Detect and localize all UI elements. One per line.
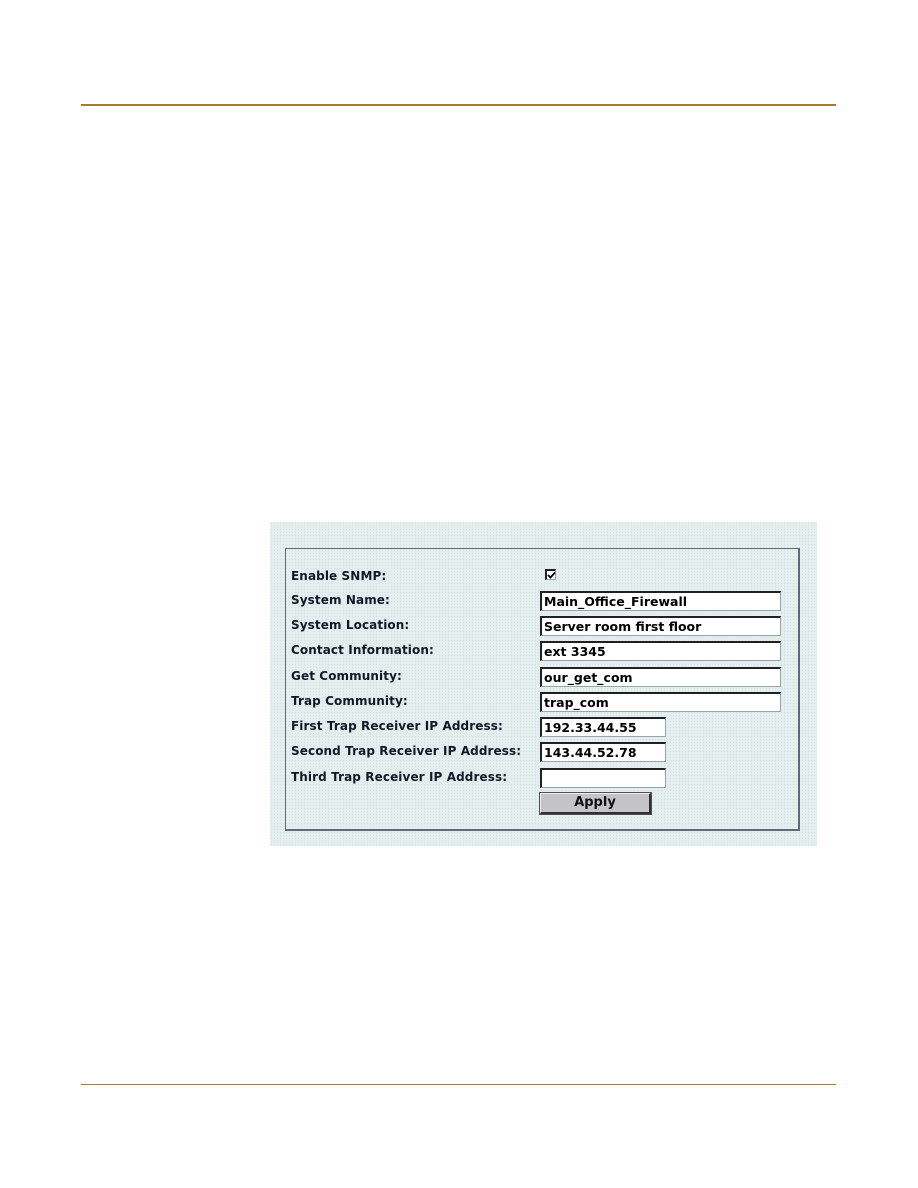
- row-first-trap-receiver: First Trap Receiver IP Address: 192.33.4…: [286, 717, 798, 739]
- enable-snmp-label: Enable SNMP:: [291, 569, 387, 583]
- snmp-settings-panel: Enable SNMP: System Name: Main_Office_Fi…: [285, 548, 800, 831]
- system-name-label: System Name:: [291, 593, 390, 607]
- row-get-community: Get Community: our_get_com: [286, 667, 798, 689]
- system-location-input[interactable]: Server room first floor: [540, 616, 781, 636]
- snmp-settings-screenshot: Enable SNMP: System Name: Main_Office_Fi…: [270, 522, 817, 846]
- row-trap-community: Trap Community: trap_com: [286, 692, 798, 714]
- contact-information-label: Contact Information:: [291, 643, 434, 657]
- row-apply: Apply: [286, 792, 798, 815]
- get-community-input[interactable]: our_get_com: [540, 667, 781, 687]
- row-system-name: System Name: Main_Office_Firewall: [286, 591, 798, 613]
- second-trap-receiver-label: Second Trap Receiver IP Address:: [291, 744, 522, 758]
- contact-information-input[interactable]: ext 3345: [540, 641, 781, 661]
- system-name-input[interactable]: Main_Office_Firewall: [540, 591, 781, 611]
- first-trap-receiver-ip-input[interactable]: 192.33.44.55: [540, 717, 666, 737]
- trap-community-label: Trap Community:: [291, 694, 408, 708]
- row-enable-snmp: Enable SNMP:: [286, 567, 798, 589]
- first-trap-receiver-label: First Trap Receiver IP Address:: [291, 719, 503, 733]
- row-second-trap-receiver: Second Trap Receiver IP Address: 143.44.…: [286, 742, 798, 764]
- footer-rule: [81, 1084, 836, 1085]
- trap-community-input[interactable]: trap_com: [540, 692, 781, 712]
- row-contact-information: Contact Information: ext 3345: [286, 641, 798, 663]
- row-system-location: System Location: Server room first floor: [286, 616, 798, 638]
- row-third-trap-receiver: Third Trap Receiver IP Address:: [286, 768, 798, 790]
- third-trap-receiver-label: Third Trap Receiver IP Address:: [291, 770, 508, 784]
- system-location-label: System Location:: [291, 618, 410, 632]
- get-community-label: Get Community:: [291, 669, 402, 683]
- checkmark-icon: [547, 571, 556, 579]
- header-rule: [81, 104, 836, 106]
- enable-snmp-checkbox[interactable]: [545, 569, 556, 580]
- third-trap-receiver-ip-input[interactable]: [540, 768, 666, 788]
- apply-button[interactable]: Apply: [539, 792, 652, 815]
- second-trap-receiver-ip-input[interactable]: 143.44.52.78: [540, 742, 666, 762]
